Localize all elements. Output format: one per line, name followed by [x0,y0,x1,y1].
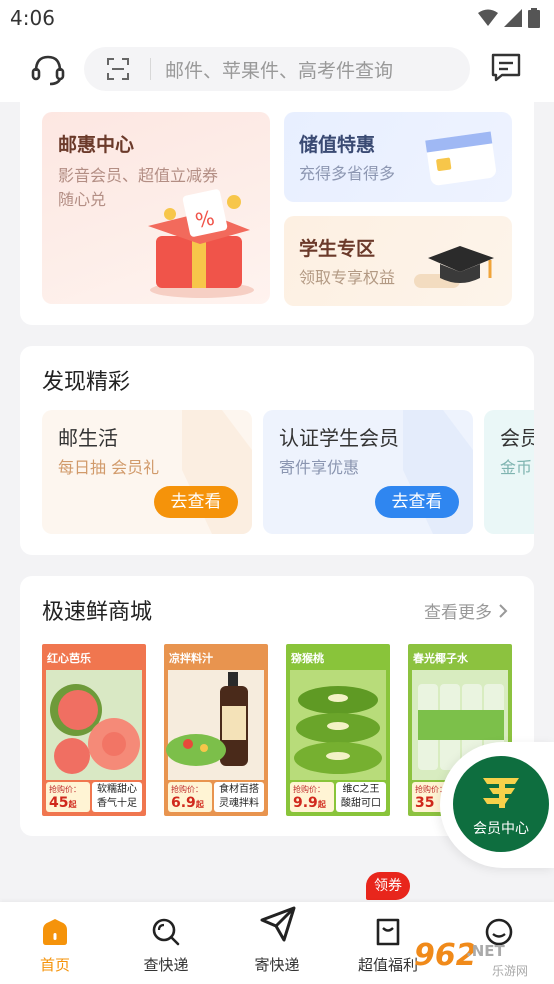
discover-item-subtitle: 每日抽 会员礼 [58,458,160,477]
tab-send-label: 寄快递 [254,956,300,974]
promo-student-subtitle: 领取专享权益 [299,268,396,287]
promo-card: 邮惠中心 影音会员、超值立减券 随心兑 % 储值特惠 充得多省得多 学生专区 领… [20,92,534,325]
price-box: 抢购价： 6.9起 [168,782,212,812]
discover-item-student[interactable]: 认证学生会员 寄件享优惠 去查看 [263,410,473,534]
product-tag: 猕猴桃 [291,652,324,665]
scan-icon[interactable] [106,57,130,81]
view-more-link[interactable]: 查看更多 [424,598,508,623]
status-icons [478,8,540,28]
price-number: 35 [415,795,435,811]
price-label: 抢购价： [293,785,325,794]
chevron-right-icon [499,603,508,618]
watermark-net: .NET [466,942,505,960]
graduation-cap-icon [414,246,494,288]
discover-item-subtitle: 金币 [500,458,533,477]
customer-service-icon[interactable] [30,51,66,87]
price-value: 6.9起 [171,795,204,811]
search-divider [150,58,151,80]
price-value: 9.9起 [293,795,326,811]
product-tag: 凉拌料汁 [169,652,213,665]
price-unit: 起 [317,800,326,809]
price-label: 抢购价： [171,785,203,794]
search-icon [152,918,180,946]
price-box: 抢购价： 9.9起 [290,782,334,812]
price-value: 35 [415,795,434,811]
price-value: 45起 [49,795,76,811]
home-icon [43,919,67,945]
signal-icon [504,9,522,27]
discover-card: 发现精彩 邮生活 每日抽 会员礼 去查看 认证学生会员 寄件享优惠 去查看 会员… [20,346,534,555]
battery-icon [528,8,540,28]
gift-box-icon: % [148,189,254,298]
status-bar: 4:06 [0,0,554,36]
discover-item-title: 邮生活 [58,426,118,450]
promo-value-title: 储值特惠 [299,134,376,156]
tab-query-label: 查快递 [143,956,189,974]
wifi-icon [478,9,498,26]
product-card[interactable]: 红心芭乐 抢购价： 45起 软糯甜心 香气十足 [42,644,146,816]
promo-center-title: 邮惠中心 [58,134,135,156]
message-icon[interactable] [490,51,522,83]
mall-title: 极速鲜商城 [42,600,153,625]
search-placeholder[interactable]: 邮件、苹果件、高考件查询 [165,56,393,83]
coupon-icon [376,918,400,946]
product-desc: 软糯甜心 香气十足 [92,782,142,812]
paper-plane-icon [260,906,296,942]
discover-item-life[interactable]: 邮生活 每日抽 会员礼 去查看 [42,410,252,534]
discover-title: 发现精彩 [42,370,131,395]
discover-item-member[interactable]: 会员 金币 [484,410,534,534]
price-unit: 起 [68,800,77,809]
promo-student[interactable]: 学生专区 领取专享权益 [284,216,512,306]
watermark-logo: 962 .NET 乐游网 [414,938,548,982]
price-label: 抢购价： [49,785,81,794]
product-tag: 春光椰子水 [413,652,468,665]
member-center-circle: 会员中心 [453,756,549,852]
tab-home-label: 首页 [39,956,70,974]
price-box: 抢购价： 45起 [46,782,90,812]
tab-send[interactable]: 寄快递 [227,902,327,984]
promo-value-subtitle: 充得多省得多 [299,164,396,183]
promo-center-line2: 随心兑 [58,190,107,209]
product-desc: 维C之王 酸甜可口 [336,782,386,812]
search-bar[interactable]: 邮件、苹果件、高考件查询 [84,47,470,91]
promo-value[interactable]: 储值特惠 充得多省得多 [284,112,512,202]
price-number: 6.9 [171,795,196,811]
view-button[interactable]: 去查看 [375,486,459,518]
product-tag: 红心芭乐 [47,652,91,665]
view-more-label: 查看更多 [424,603,492,623]
discover-item-title: 会员 [500,426,534,450]
tab-home[interactable]: 首页 [5,902,105,984]
product-card[interactable]: 凉拌料汁 抢购价： 6.9起 食材百搭 灵魂拌料 [164,644,268,816]
discover-item-title: 认证学生会员 [279,426,399,450]
member-center-label: 会员中心 [473,821,529,837]
china-post-logo-icon [483,778,519,808]
promo-center[interactable]: 邮惠中心 影音会员、超值立减券 随心兑 % [42,112,270,304]
product-card[interactable]: 猕猴桃 抢购价： 9.9起 维C之王 酸甜可口 [286,644,390,816]
price-number: 45 [49,795,69,811]
product-desc: 食材百搭 灵魂拌料 [214,782,264,812]
watermark-site: 乐游网 [492,964,529,978]
tab-query[interactable]: 查快递 [116,902,216,984]
member-center-fab[interactable]: 会员中心 [440,742,554,868]
bank-card-icon [425,131,496,186]
view-button[interactable]: 去查看 [154,486,238,518]
price-unit: 起 [195,800,204,809]
status-time: 4:06 [10,6,55,30]
coupon-badge[interactable]: 领券 [366,872,410,900]
price-number: 9.9 [293,795,318,811]
discover-item-subtitle: 寄件享优惠 [279,458,360,477]
promo-student-title: 学生专区 [299,238,376,260]
